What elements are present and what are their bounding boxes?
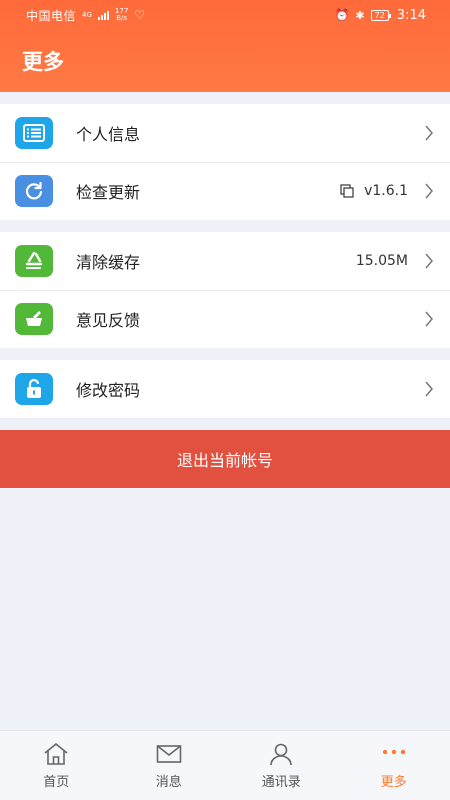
battery-icon: 72 [370, 9, 392, 21]
tab-more-label: 更多 [380, 775, 407, 790]
header: 更多 [0, 30, 450, 92]
row-change-password-label: 修改密码 [76, 381, 141, 400]
lock-icon [15, 373, 53, 405]
logout-button[interactable]: 退出当前帐号 [0, 430, 450, 488]
signal-icon [97, 10, 109, 20]
tab-more[interactable]: 更多 [338, 731, 450, 800]
version-value: v1.6.1 [340, 183, 408, 199]
row-feedback-label: 意见反馈 [76, 311, 141, 330]
chevron-right-icon [425, 381, 433, 397]
feedback-icon [15, 303, 53, 335]
tab-contacts[interactable]: 通讯录 [225, 731, 338, 800]
tab-home-label: 首页 [43, 775, 70, 790]
chevron-right-icon [425, 183, 433, 199]
status-left: 中国电信 4G 177 B/s ♡ [26, 7, 145, 24]
copy-icon[interactable] [340, 184, 354, 198]
recycle-icon [15, 245, 53, 277]
page-title: 更多 [22, 50, 64, 74]
tab-contacts-label: 通讯录 [261, 775, 301, 790]
mail-icon [156, 745, 182, 763]
home-icon [44, 743, 68, 765]
tab-messages[interactable]: 消息 [113, 731, 226, 800]
tab-home[interactable]: 首页 [0, 731, 113, 800]
contacts-icon [270, 743, 293, 766]
profile-list-icon [15, 117, 53, 149]
row-clear-cache-label: 清除缓存 [76, 253, 141, 272]
row-change-password[interactable]: 修改密码 [0, 360, 450, 418]
cache-size-value: 15.05M [355, 253, 408, 269]
row-check-update-label: 检查更新 [76, 183, 141, 202]
alarm-icon: ⏰ [334, 8, 350, 22]
bottom-tab-bar: 首页 消息 通讯录 更多 [0, 730, 450, 800]
settings-group-2: 清除缓存 15.05M 意见反馈 [0, 232, 450, 348]
status-bar: 中国电信 4G 177 B/s ♡ ⏰ ✱ 72 3:14 [0, 0, 450, 30]
chevron-right-icon [425, 253, 433, 269]
heart-icon: ♡ [134, 8, 146, 22]
bluetooth-icon: ✱ [355, 8, 365, 22]
row-check-update[interactable]: 检查更新 v1.6.1 [0, 162, 450, 220]
more-dots-icon [382, 749, 405, 755]
chevron-right-icon [425, 311, 433, 327]
refresh-icon [15, 175, 53, 207]
network-type: 4G [82, 11, 92, 19]
row-clear-cache[interactable]: 清除缓存 15.05M [0, 232, 450, 290]
clock: 3:14 [396, 7, 426, 23]
tab-messages-label: 消息 [155, 775, 182, 790]
version-text: v1.6.1 [364, 183, 408, 199]
top-bar: 中国电信 4G 177 B/s ♡ ⏰ ✱ 72 3:14 更多 [0, 0, 450, 92]
network-speed: 177 B/s [115, 8, 128, 22]
settings-group-1: 个人信息 检查更新 v1.6.1 [0, 104, 450, 220]
status-right: ⏰ ✱ 72 3:14 [334, 8, 426, 23]
carrier-label: 中国电信 [26, 8, 77, 23]
row-profile-label: 个人信息 [76, 125, 141, 144]
settings-group-3: 修改密码 [0, 360, 450, 418]
row-profile[interactable]: 个人信息 [0, 104, 450, 162]
row-feedback[interactable]: 意见反馈 [0, 290, 450, 348]
network-speed-unit: B/s [116, 14, 127, 22]
chevron-right-icon [425, 125, 433, 141]
